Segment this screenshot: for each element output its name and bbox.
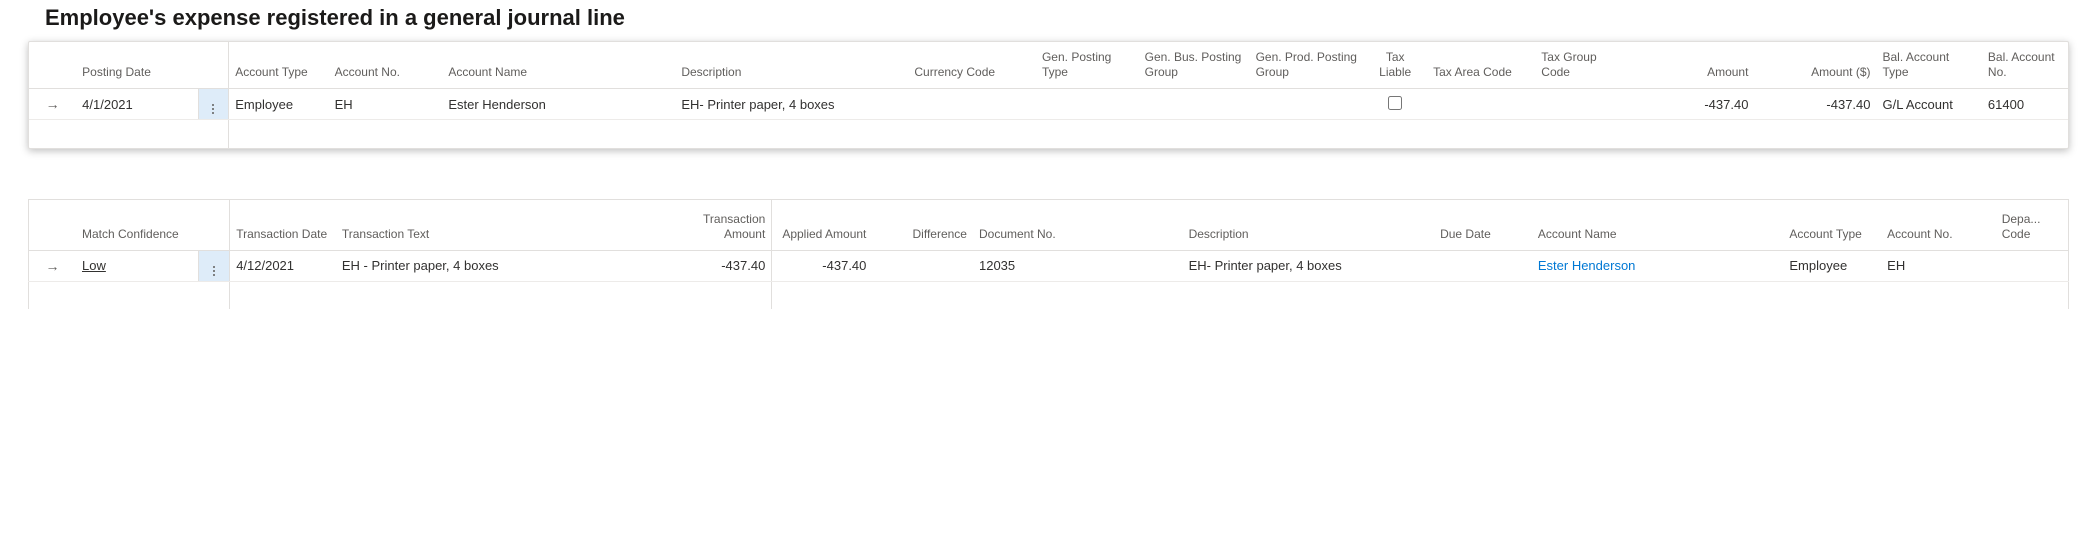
recon-grid: Match Confidence Transaction Date Transa…	[28, 199, 2069, 310]
cell-applied-amount[interactable]: -437.40	[772, 250, 873, 281]
cell-amount-usd[interactable]: -437.40	[1754, 89, 1876, 120]
cell-gen-bus-posting-group[interactable]	[1139, 89, 1250, 120]
row-actions-button[interactable]	[199, 250, 230, 281]
cell-gen-posting-type[interactable]	[1036, 89, 1139, 120]
cell-dept-code[interactable]	[1996, 250, 2069, 281]
col-account-no[interactable]: Account No.	[1881, 199, 1996, 250]
col-document-no[interactable]: Document No.	[973, 199, 1183, 250]
cell-account-type[interactable]: Employee	[229, 89, 329, 120]
cell-description[interactable]: EH- Printer paper, 4 boxes	[675, 89, 908, 120]
cell-account-type[interactable]: Employee	[1783, 250, 1881, 281]
col-transaction-text[interactable]: Transaction Text	[336, 199, 657, 250]
row-selector-arrow-icon[interactable]: →	[29, 250, 77, 281]
col-tax-liable[interactable]: Tax Liable	[1363, 42, 1427, 89]
col-account-name[interactable]: Account Name	[442, 42, 675, 89]
col-tax-area-code[interactable]: Tax Area Code	[1427, 42, 1535, 89]
row-actions-button[interactable]	[198, 89, 229, 120]
cell-transaction-text[interactable]: EH - Printer paper, 4 boxes	[336, 250, 657, 281]
cell-transaction-amount[interactable]: -437.40	[657, 250, 772, 281]
col-posting-date[interactable]: Posting Date	[76, 42, 198, 89]
cell-account-no[interactable]: EH	[329, 89, 443, 120]
cell-account-name[interactable]: Ester Henderson	[442, 89, 675, 120]
row-selector-arrow-icon[interactable]: →	[29, 89, 76, 120]
cell-description[interactable]: EH- Printer paper, 4 boxes	[1183, 250, 1435, 281]
col-due-date[interactable]: Due Date	[1434, 199, 1532, 250]
match-confidence-link[interactable]: Low	[82, 258, 106, 273]
recon-grid-panel: Match Confidence Transaction Date Transa…	[28, 199, 2069, 310]
cell-bal-account-type[interactable]: G/L Account	[1877, 89, 1982, 120]
cell-bal-account-no[interactable]: 61400	[1982, 89, 2068, 120]
col-difference[interactable]: Difference	[872, 199, 973, 250]
col-transaction-amount[interactable]: Transaction Amount	[657, 199, 772, 250]
cell-due-date[interactable]	[1434, 250, 1532, 281]
col-arrow	[29, 199, 77, 250]
cell-amount[interactable]: -437.40	[1632, 89, 1754, 120]
tax-liable-checkbox[interactable]	[1388, 96, 1402, 110]
journal-grid: Posting Date Account Type Account No. Ac…	[29, 42, 2068, 148]
col-kebab	[198, 42, 229, 89]
cell-tax-liable[interactable]	[1363, 89, 1427, 120]
cell-tax-area-code[interactable]	[1427, 89, 1535, 120]
cell-transaction-date[interactable]: 4/12/2021	[230, 250, 336, 281]
col-gen-posting-type[interactable]: Gen. Posting Type	[1036, 42, 1139, 89]
col-arrow	[29, 42, 76, 89]
col-kebab	[199, 199, 230, 250]
col-description[interactable]: Description	[675, 42, 908, 89]
recon-header-row: Match Confidence Transaction Date Transa…	[29, 199, 2069, 250]
col-dept-code[interactable]: Depa... Code	[1996, 199, 2069, 250]
col-match-confidence[interactable]: Match Confidence	[76, 199, 199, 250]
col-description[interactable]: Description	[1183, 199, 1435, 250]
col-tax-group-code[interactable]: Tax Group Code	[1535, 42, 1632, 89]
kebab-icon	[212, 104, 214, 114]
recon-row[interactable]: → Low 4/12/2021 EH - Printer paper, 4 bo…	[29, 250, 2069, 281]
col-applied-amount[interactable]: Applied Amount	[772, 199, 873, 250]
col-currency-code[interactable]: Currency Code	[908, 42, 1036, 89]
account-name-link[interactable]: Ester Henderson	[1538, 258, 1636, 273]
cell-posting-date[interactable]: 4/1/2021	[76, 89, 198, 120]
col-gen-bus-posting-group[interactable]: Gen. Bus. Posting Group	[1139, 42, 1250, 89]
col-bal-account-type[interactable]: Bal. Account Type	[1877, 42, 1982, 89]
journal-empty-row[interactable]	[29, 120, 2068, 148]
col-account-type[interactable]: Account Type	[1783, 199, 1881, 250]
cell-tax-group-code[interactable]	[1535, 89, 1632, 120]
journal-row[interactable]: → 4/1/2021 Employee EH Ester Henderson E…	[29, 89, 2068, 120]
cell-match-confidence[interactable]: Low	[76, 250, 199, 281]
col-account-name[interactable]: Account Name	[1532, 199, 1784, 250]
recon-empty-row[interactable]	[29, 281, 2069, 309]
cell-document-no[interactable]: 12035	[973, 250, 1183, 281]
cell-account-no[interactable]: EH	[1881, 250, 1996, 281]
col-amount[interactable]: Amount	[1632, 42, 1754, 89]
cell-currency-code[interactable]	[908, 89, 1036, 120]
journal-grid-panel: Posting Date Account Type Account No. Ac…	[28, 41, 2069, 149]
page-title: Employee's expense registered in a gener…	[0, 0, 2097, 41]
cell-gen-prod-posting-group[interactable]	[1250, 89, 1364, 120]
cell-account-name[interactable]: Ester Henderson	[1532, 250, 1784, 281]
cell-difference[interactable]	[872, 250, 973, 281]
col-account-type[interactable]: Account Type	[229, 42, 329, 89]
kebab-icon	[213, 266, 215, 276]
col-bal-account-no[interactable]: Bal. Account No.	[1982, 42, 2068, 89]
col-gen-prod-posting-group[interactable]: Gen. Prod. Posting Group	[1250, 42, 1364, 89]
col-amount-usd[interactable]: Amount ($)	[1754, 42, 1876, 89]
col-account-no[interactable]: Account No.	[329, 42, 443, 89]
col-transaction-date[interactable]: Transaction Date	[230, 199, 336, 250]
journal-header-row: Posting Date Account Type Account No. Ac…	[29, 42, 2068, 89]
